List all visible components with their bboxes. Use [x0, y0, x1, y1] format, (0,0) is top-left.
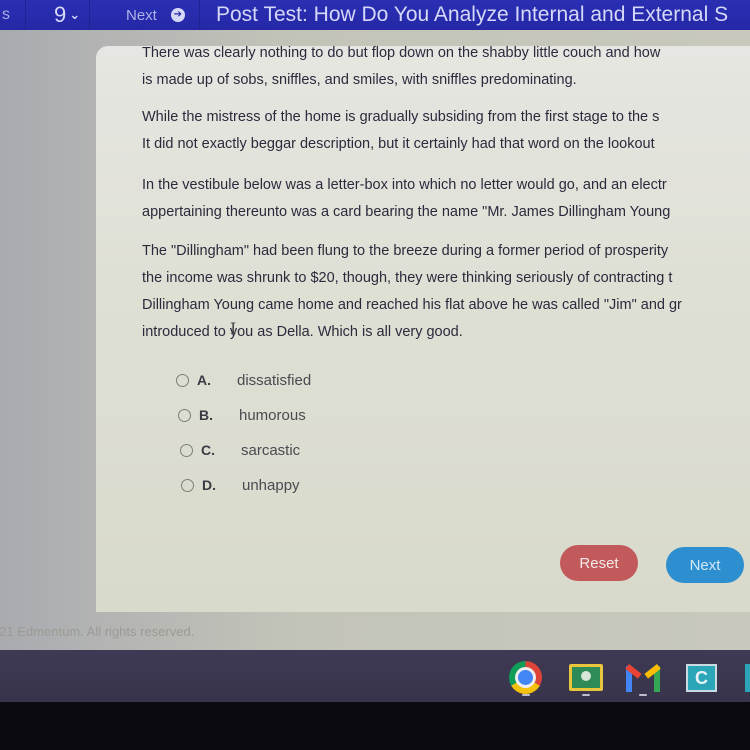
passage-line: The "Dillingham" had been flung to the b…	[142, 243, 669, 259]
next-button[interactable]: Next	[666, 547, 744, 583]
chrome-icon[interactable]	[509, 661, 542, 694]
choice-text: sarcastic	[241, 441, 301, 459]
passage-paragraph: While the mistress of the home is gradua…	[142, 104, 750, 158]
question-number: 9	[54, 2, 67, 27]
passage-line: the income was shrunk to $20, though, th…	[142, 270, 673, 286]
running-indicator	[582, 694, 590, 696]
passage-line: It did not exactly beggar description, b…	[142, 136, 655, 152]
next-nav-label: Next	[126, 6, 157, 24]
radio-button[interactable]	[178, 408, 191, 422]
choice-letter: A.	[197, 372, 211, 388]
passage-line: There was clearly nothing to do but flop…	[142, 45, 661, 61]
partial-app-icon[interactable]	[745, 664, 750, 692]
text-cursor-icon: I	[230, 319, 237, 338]
running-indicator	[639, 694, 647, 696]
choice-a[interactable]: A. dissatisfied	[176, 368, 311, 392]
chevron-down-icon: ⌄	[69, 7, 81, 22]
radio-button[interactable]	[181, 478, 194, 492]
choice-text: dissatisfied	[237, 371, 312, 389]
screen-bezel	[0, 702, 750, 750]
google-classroom-icon[interactable]	[569, 664, 603, 691]
passage-paragraph: In the vestibule below was a letter-box …	[142, 172, 750, 226]
passage-line: Dillingham Young came home and reached h…	[142, 297, 682, 313]
arrow-right-circle-icon: ➔	[170, 8, 185, 22]
reset-button[interactable]: Reset	[560, 545, 638, 581]
passage-line: introduced to you as Della. Which is all…	[142, 324, 463, 340]
passage-line: appertaining thereunto was a card bearin…	[142, 204, 671, 220]
choice-text: unhappy	[242, 476, 300, 494]
radio-button[interactable]	[180, 443, 193, 457]
gmail-icon[interactable]	[625, 664, 661, 692]
test-nav-bar: s 9 ⌄ Next ➔ Post Test: How Do You Analy…	[0, 0, 750, 30]
c-app-icon[interactable]: C	[686, 664, 717, 692]
previous-nav-stub[interactable]: s	[0, 0, 26, 30]
test-title: Post Test: How Do You Analyze Internal a…	[216, 3, 729, 26]
choice-letter: B.	[199, 407, 213, 423]
radio-button[interactable]	[176, 373, 189, 387]
choice-text: humorous	[239, 406, 306, 424]
next-question-nav[interactable]: Next ➔	[90, 0, 200, 30]
passage-line: In the vestibule below was a letter-box …	[142, 177, 667, 193]
passage-paragraph: There was clearly nothing to do but flop…	[142, 40, 750, 94]
choice-letter: D.	[202, 477, 216, 493]
choice-letter: C.	[201, 442, 215, 458]
choice-d[interactable]: D. unhappy	[181, 473, 300, 497]
passage-line: While the mistress of the home is gradua…	[142, 109, 660, 125]
copyright-footer: 021 Edmentum. All rights reserved.	[0, 624, 195, 639]
os-taskbar: C	[0, 650, 750, 702]
running-indicator	[522, 694, 530, 696]
passage-line: is made up of sobs, sniffles, and smiles…	[142, 72, 577, 88]
choice-b[interactable]: B. humorous	[178, 403, 306, 427]
question-selector[interactable]: 9 ⌄	[26, 0, 90, 30]
choice-c[interactable]: C. sarcastic	[180, 438, 300, 462]
